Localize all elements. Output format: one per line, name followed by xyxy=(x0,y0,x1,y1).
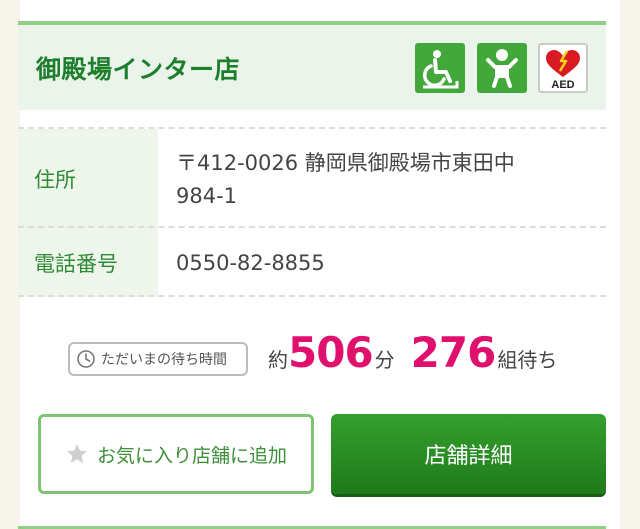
wait-groups-unit: 組待ち xyxy=(497,348,558,372)
add-favorite-label: お気に入り店舗に追加 xyxy=(96,444,287,467)
wait-time-badge: ただいまの待ち時間 xyxy=(68,342,248,376)
address-value: 〒412-0026 静岡県御殿場市東田中 984-1 xyxy=(176,147,515,213)
store-name: 御殿場インター店 xyxy=(36,55,241,84)
store-detail-button[interactable]: 店舗詳細 xyxy=(331,414,606,494)
info-table-bottom-border xyxy=(18,295,606,297)
add-favorite-button[interactable]: お気に入り店舗に追加 xyxy=(38,414,314,494)
address-label: 住所 xyxy=(18,129,158,228)
wait-time-value: 約 506 分 276 組待ち xyxy=(268,328,557,388)
wait-time-section: ただいまの待ち時間 約 506 分 276 組待ち xyxy=(18,328,606,388)
phone-value[interactable]: 0550-82-8855 xyxy=(176,247,325,280)
address-line-1: 〒412-0026 静岡県御殿場市東田中 xyxy=(176,151,515,175)
phone-label: 電話番号 xyxy=(18,228,158,297)
address-row: 住所 〒412-0026 静岡県御殿場市東田中 984-1 xyxy=(18,127,606,228)
wait-minutes: 506 xyxy=(288,328,374,377)
store-detail-label: 店舗詳細 xyxy=(424,444,513,469)
star-icon xyxy=(66,444,87,463)
wait-minutes-unit: 分 xyxy=(374,348,395,372)
wait-approx: 約 xyxy=(268,348,288,372)
address-line-2: 984-1 xyxy=(176,184,238,208)
wait-groups: 276 xyxy=(410,328,497,377)
phone-row: 電話番号 0550-82-8855 xyxy=(18,226,606,297)
aed-icon: AED xyxy=(538,43,588,93)
clock-icon xyxy=(77,350,95,368)
baby-changing-icon xyxy=(477,43,527,93)
wheelchair-accessible-icon xyxy=(415,43,465,93)
svg-text:AED: AED xyxy=(551,79,574,91)
wait-time-badge-label: ただいまの待ち時間 xyxy=(101,352,227,368)
